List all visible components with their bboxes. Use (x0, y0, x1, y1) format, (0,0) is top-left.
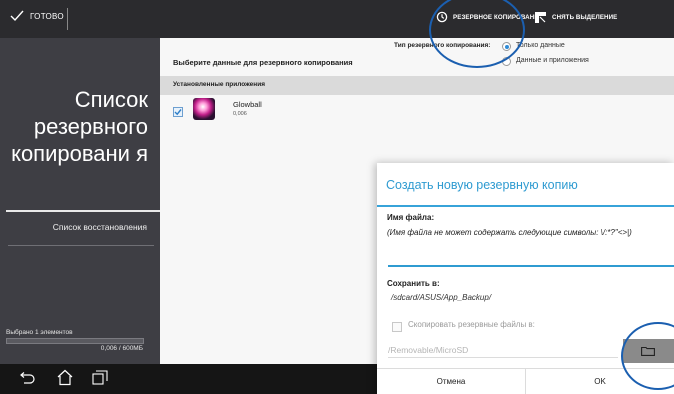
backup-icon (436, 11, 448, 23)
radio-data-and-apps[interactable] (502, 57, 511, 66)
installed-apps-header: Установленные приложения (160, 76, 674, 95)
backup-label: РЕЗЕРВНОЕ КОПИРОВАНИЕ (453, 13, 544, 21)
save-to-path: /sdcard/ASUS/App_Backup/ (391, 293, 492, 302)
browse-folder-button[interactable] (623, 339, 674, 363)
done-label: ГОТОВО (30, 11, 64, 21)
glowball-app-icon (193, 98, 215, 120)
select-data-heading: Выберите данные для резервного копирован… (173, 58, 353, 67)
radio-data-and-apps-label: Данные и приложения (516, 57, 589, 64)
copy-backup-label: Скопировать резервные файлы в: (408, 320, 535, 329)
done-button[interactable]: ГОТОВО (10, 10, 64, 22)
file-name-input[interactable] (388, 251, 674, 267)
left-panel: Список резервного копировани я Список во… (0, 38, 160, 364)
radio-data-only-label: Только данные (516, 42, 565, 49)
selected-tab-indicator (6, 210, 160, 212)
back-icon[interactable] (18, 372, 36, 386)
folder-icon (641, 346, 655, 356)
file-name-note: (Имя файла не может содержать следующие … (387, 228, 632, 237)
save-to-label: Сохранить в: (387, 279, 440, 288)
app-name: Glowball (233, 100, 262, 109)
app-checkbox[interactable] (173, 107, 183, 117)
selected-count: Выбрано 1 элементов (6, 329, 73, 336)
divider (8, 245, 154, 246)
recent-apps-icon[interactable] (92, 370, 108, 385)
checkmark-icon (10, 10, 24, 22)
dialog-title: Создать новую резервную копию (386, 178, 578, 192)
ok-button[interactable]: OK (526, 369, 674, 394)
backup-button[interactable]: РЕЗЕРВНОЕ КОПИРОВАНИЕ (436, 11, 543, 23)
restore-list-tab[interactable]: Список восстановления (6, 222, 147, 232)
installed-apps-label: Установленные приложения (173, 81, 266, 88)
deselect-icon (535, 12, 546, 23)
copy-backup-checkbox[interactable] (392, 322, 402, 332)
file-name-label: Имя файла: (387, 213, 435, 222)
clear-selection-label: СНЯТЬ ВЫДЕЛЕНИЕ (552, 14, 618, 21)
home-icon[interactable] (56, 369, 74, 386)
action-bar-divider (67, 8, 68, 30)
storage-size: 0,006 / 600МБ (100, 345, 143, 352)
copy-destination-input[interactable] (388, 343, 618, 358)
new-backup-dialog: Создать новую резервную копию Имя файла:… (377, 163, 674, 394)
radio-data-only[interactable] (502, 42, 511, 51)
backup-type-label: Тип резервного копирования: (394, 42, 491, 49)
cancel-button[interactable]: Отмена (377, 369, 525, 394)
checkmark-icon (174, 109, 182, 116)
backup-list-title: Список резервного копировани я (11, 87, 148, 166)
clear-selection-button[interactable]: СНЯТЬ ВЫДЕЛЕНИЕ (534, 11, 617, 24)
storage-progress-bar (6, 338, 144, 344)
action-bar: ГОТОВО РЕЗЕРВНОЕ КОПИРОВАНИЕ СНЯТЬ ВЫДЕЛ… (0, 0, 674, 38)
dialog-title-divider (377, 205, 674, 207)
app-size: 0,006 (233, 111, 247, 117)
